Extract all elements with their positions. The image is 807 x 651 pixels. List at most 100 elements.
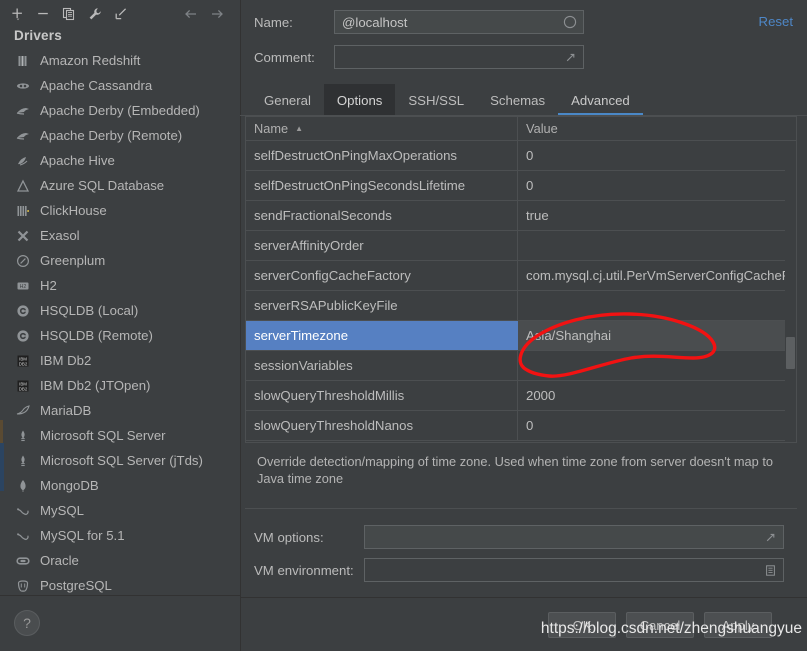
- name-label: Name:: [254, 14, 293, 30]
- table-body[interactable]: selfDestructOnPingMaxOperations 0 selfDest…: [246, 141, 796, 441]
- property-value-cell[interactable]: com.mysql.cj.util.PerVmServerConfigCache…: [518, 261, 796, 290]
- driver-item[interactable]: H2 H2: [0, 273, 232, 298]
- property-name-cell[interactable]: slowQueryThresholdMillis: [246, 381, 518, 410]
- forward-button[interactable]: [204, 1, 230, 27]
- derby-icon: [12, 127, 34, 145]
- driver-item[interactable]: Greenplum: [0, 248, 232, 273]
- svg-text:H2: H2: [20, 284, 27, 290]
- tab-advanced[interactable]: Advanced: [558, 84, 643, 116]
- driver-item[interactable]: Oracle: [0, 548, 232, 573]
- sidebar-scrollbar-track[interactable]: [229, 96, 468, 593]
- property-value-cell[interactable]: 0: [518, 141, 796, 170]
- driver-item[interactable]: MySQL: [0, 498, 232, 523]
- driver-item[interactable]: Apache Cassandra: [0, 73, 232, 98]
- driver-list[interactable]: Amazon Redshift Apache Cassandra Apache De…: [0, 48, 232, 593]
- ok-button[interactable]: OK: [548, 612, 616, 638]
- column-header-value[interactable]: Value: [518, 117, 796, 140]
- left-panel-divider: [0, 595, 240, 596]
- driver-item[interactable]: PostgreSQL: [0, 573, 232, 593]
- properties-table[interactable]: Name ▲ Value selfDestructOnPingMaxOperat…: [245, 116, 797, 443]
- property-value-cell[interactable]: Asia/Shanghai: [518, 321, 796, 350]
- driver-item-label: PostgreSQL: [40, 578, 112, 593]
- tab-general[interactable]: General: [251, 84, 324, 116]
- expand-icon[interactable]: [762, 529, 778, 545]
- property-value-cell[interactable]: [518, 231, 796, 260]
- import-button[interactable]: [108, 1, 134, 27]
- table-row[interactable]: slowQueryThresholdMillis 2000: [246, 381, 796, 411]
- column-header-name[interactable]: Name ▲: [246, 117, 518, 140]
- driver-item[interactable]: Apache Derby (Remote): [0, 123, 232, 148]
- apply-button[interactable]: Apply: [704, 612, 772, 638]
- arrow-right-icon: [212, 9, 223, 19]
- back-button[interactable]: [178, 1, 204, 27]
- vm-options-input[interactable]: [364, 525, 784, 549]
- table-row[interactable]: serverConfigCacheFactory com.mysql.cj.uti…: [246, 261, 796, 291]
- expand-icon[interactable]: [562, 49, 578, 65]
- driver-item-label: MariaDB: [40, 403, 92, 418]
- property-name-cell[interactable]: selfDestructOnPingSecondsLifetime: [246, 171, 518, 200]
- tabs-container[interactable]: General Options SSH/SSL Schemas Advanced: [240, 84, 807, 116]
- driver-item[interactable]: MySQL for 5.1: [0, 523, 232, 548]
- property-value-cell[interactable]: [518, 291, 796, 320]
- property-name-cell[interactable]: sessionVariables: [246, 351, 518, 380]
- name-input[interactable]: @localhost: [334, 10, 584, 34]
- property-name-cell[interactable]: serverTimezone: [246, 321, 518, 350]
- name-row: Name: @localhost: [254, 10, 584, 34]
- duplicate-driver-button[interactable]: [56, 1, 82, 27]
- property-name-cell[interactable]: slowQueryThresholdNanos: [246, 411, 518, 440]
- table-row[interactable]: selfDestructOnPingSecondsLifetime 0: [246, 171, 796, 201]
- driver-item[interactable]: MariaDB: [0, 398, 232, 423]
- property-value-cell[interactable]: true: [518, 201, 796, 230]
- driver-item[interactable]: Microsoft SQL Server (jTds): [0, 448, 232, 473]
- driver-item[interactable]: Azure SQL Database: [0, 173, 232, 198]
- property-value-cell[interactable]: 2000: [518, 381, 796, 410]
- driver-item[interactable]: MongoDB: [0, 473, 232, 498]
- property-value-cell[interactable]: 0: [518, 171, 796, 200]
- table-row[interactable]: sendFractionalSeconds true: [246, 201, 796, 231]
- reset-link[interactable]: Reset: [759, 14, 793, 29]
- tab-options[interactable]: Options: [323, 84, 396, 116]
- db2-icon: IBM DB2: [12, 377, 34, 395]
- driver-item[interactable]: Apache Derby (Embedded): [0, 98, 232, 123]
- comment-row: Comment:: [254, 45, 584, 69]
- comment-input[interactable]: [334, 45, 584, 69]
- plus-dropdown-icon: [12, 8, 22, 21]
- table-row[interactable]: selfDestructOnPingMaxOperations 0: [246, 141, 796, 171]
- driver-item[interactable]: Exasol: [0, 223, 232, 248]
- table-scrollbar-thumb[interactable]: [786, 337, 795, 369]
- driver-item[interactable]: IBM DB2 IBM Db2 (JTOpen): [0, 373, 232, 398]
- add-driver-button[interactable]: [4, 1, 30, 27]
- list-editor-icon[interactable]: [762, 562, 778, 578]
- driver-item[interactable]: HSQLDB (Local): [0, 298, 232, 323]
- vm-environment-input[interactable]: [364, 558, 784, 582]
- table-row[interactable]: serverAffinityOrder: [246, 231, 796, 261]
- driver-item[interactable]: Apache Hive: [0, 148, 232, 173]
- tab-schemas[interactable]: Schemas: [477, 84, 558, 116]
- table-row[interactable]: serverTimezone Asia/Shanghai: [246, 321, 796, 351]
- table-row[interactable]: slowQueryThresholdNanos 0: [246, 411, 796, 441]
- table-row[interactable]: sessionVariables: [246, 351, 796, 381]
- property-name-cell[interactable]: serverConfigCacheFactory: [246, 261, 518, 290]
- drivers-panel: Drivers Amazon Redshift Apache Cassandra A…: [0, 0, 468, 651]
- table-row[interactable]: serverRSAPublicKeyFile: [246, 291, 796, 321]
- remove-driver-button[interactable]: [30, 1, 56, 27]
- tab-ssh-ssl[interactable]: SSH/SSL: [395, 84, 477, 116]
- color-circle-icon[interactable]: [562, 14, 578, 30]
- property-name-cell[interactable]: sendFractionalSeconds: [246, 201, 518, 230]
- property-name-cell[interactable]: serverRSAPublicKeyFile: [246, 291, 518, 320]
- cancel-button[interactable]: Cancel: [626, 612, 694, 638]
- driver-item[interactable]: Microsoft SQL Server: [0, 423, 232, 448]
- driver-item[interactable]: IBM DB2 IBM Db2: [0, 348, 232, 373]
- driver-item[interactable]: ClickHouse: [0, 198, 232, 223]
- property-value-cell[interactable]: [518, 351, 796, 380]
- driver-settings-button[interactable]: [82, 1, 108, 27]
- property-name-cell[interactable]: serverAffinityOrder: [246, 231, 518, 260]
- table-header-row: Name ▲ Value: [246, 117, 796, 141]
- property-value-cell[interactable]: 0: [518, 411, 796, 440]
- help-button[interactable]: ?: [14, 610, 40, 636]
- table-scrollbar-track[interactable]: [785, 141, 796, 442]
- driver-item-label: MySQL for 5.1: [40, 528, 125, 543]
- driver-item[interactable]: Amazon Redshift: [0, 48, 232, 73]
- property-name-cell[interactable]: selfDestructOnPingMaxOperations: [246, 141, 518, 170]
- driver-item[interactable]: HSQLDB (Remote): [0, 323, 232, 348]
